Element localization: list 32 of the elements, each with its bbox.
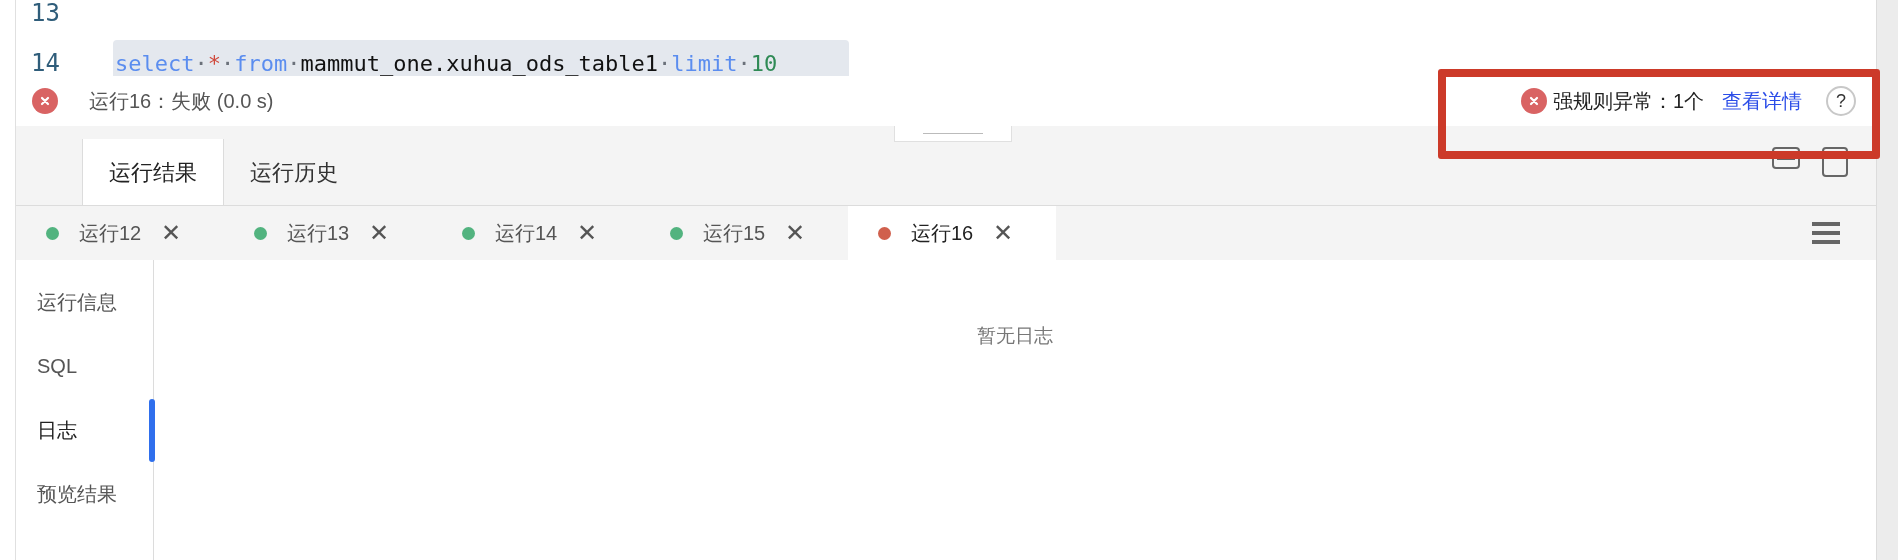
help-button[interactable]: ? [1826,86,1856,116]
view-details-link[interactable]: 查看详情 [1722,86,1802,116]
side-nav-item[interactable]: SQL [16,334,153,398]
error-icon [32,88,58,114]
close-button[interactable]: ✕ [785,221,806,245]
line-number: 13 [30,0,61,29]
run-status-text: 运行16：失败 (0.0 s) [89,89,274,114]
resize-handle[interactable] [894,126,1012,142]
side-nav-item[interactable]: 运行信息 [16,270,153,334]
scrollbar[interactable] [1876,0,1898,560]
result-tab[interactable]: 运行结果 [82,139,224,205]
run-tab-label: 运行16 [911,221,974,246]
error-icon [1520,88,1547,114]
run-tab-label: 运行15 [703,221,766,246]
close-button[interactable]: ✕ [369,221,390,245]
active-indicator [149,399,155,462]
run-tab[interactable]: 运行16 ✕ [848,206,1056,260]
side-nav-item[interactable]: 预览结果 [16,462,153,526]
rule-alert-text: 强规则异常：1个 [1552,89,1704,114]
close-button[interactable]: ✕ [161,221,182,245]
run-tab-label: 运行13 [287,221,350,246]
close-button[interactable]: ✕ [577,221,598,245]
line-number: 14 [30,48,61,76]
run-tab-label: 运行12 [79,221,142,246]
side-nav-item[interactable]: 日志 [16,398,153,462]
collapse-panel-icon[interactable] [1772,147,1800,169]
empty-message: 暂无日志 [977,324,1053,348]
menu-icon[interactable] [1812,222,1840,244]
result-tab[interactable]: 运行历史 [224,139,364,205]
close-button[interactable]: ✕ [993,221,1014,245]
run-tab-label: 运行14 [495,221,558,246]
maximize-panel-icon[interactable] [1822,147,1848,177]
